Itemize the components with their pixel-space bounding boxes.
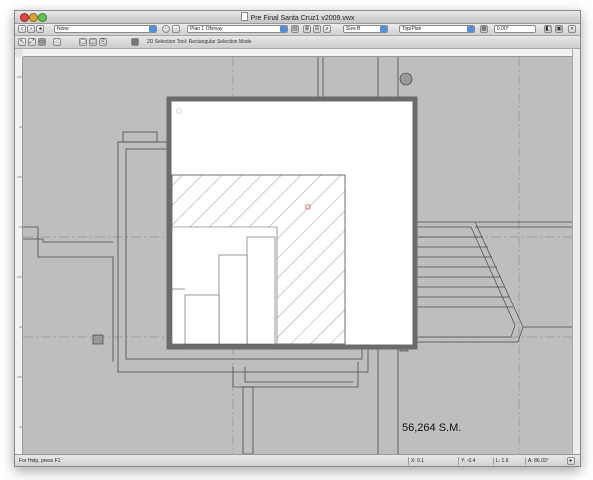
zoom-icon[interactable]: ⊕ [303, 25, 311, 33]
area-label: 56,264 S.M. [402, 422, 462, 434]
snap-grid-icon[interactable]: ⁙ [53, 38, 61, 46]
document-icon [240, 12, 248, 21]
title-bar[interactable]: Pre Final Santa Cruz1 v2009.vwx [15, 11, 580, 24]
tool-bar: ↖ ⤢ ▭ ⁙ ▢ ◫ ⎘ 2D Selection Tool: Rectang… [15, 36, 580, 49]
layer-options-icon[interactable]: ▤ [291, 25, 299, 33]
window-title-wrap: Pre Final Santa Cruz1 v2009.vwx [15, 12, 580, 22]
floor-plan-drawing [23, 57, 572, 454]
window-title: Pre Final Santa Cruz1 v2009.vwx [250, 15, 355, 22]
mode-two-icon[interactable]: ◫ [89, 38, 97, 46]
layer-select-value: Plan 1 Ofxinay [190, 26, 223, 32]
angle-value: A: 86.03° [525, 457, 549, 465]
class-options-icon[interactable]: ◦ [162, 25, 170, 33]
drawing-canvas[interactable]: 56,264 S.M. [23, 57, 572, 454]
project-icon[interactable]: ▣ [555, 25, 563, 33]
rotation-field-value: 0.00° [497, 26, 509, 32]
back-icon[interactable]: ‹ [18, 25, 26, 33]
tool-preferences-icon[interactable] [131, 38, 139, 46]
view-options-icon[interactable]: ▦ [480, 25, 488, 33]
chevron-down-icon [467, 26, 474, 32]
mode-three-icon[interactable]: ⎘ [99, 38, 107, 46]
tool-mode-text: 2D Selection Tool: Rectangular Selection… [147, 39, 252, 45]
flyover-icon[interactable]: ◂ [36, 25, 44, 33]
vertical-ruler-ticks [17, 76, 22, 428]
chevron-down-icon [380, 26, 387, 32]
chevron-down-icon [280, 26, 287, 32]
selection-arrow-icon[interactable]: ↖ [18, 38, 26, 46]
stair [403, 221, 572, 343]
forward-icon[interactable]: › [27, 25, 35, 33]
chevron-down-icon [149, 26, 156, 32]
render-icon[interactable]: ◧ [544, 25, 552, 33]
magnifier-icon[interactable]: ⌕ [323, 25, 331, 33]
vertical-scrollbar[interactable] [572, 49, 580, 454]
app-window: Pre Final Santa Cruz1 v2009.vwx ‹ › ◂ No… [14, 10, 581, 467]
y-coordinate: Y: -0.4 [458, 457, 475, 465]
layer-select[interactable]: Plan 1 Ofxinay [187, 25, 288, 33]
length-value: L: 1.6 [493, 457, 509, 465]
x-coordinate: X: 0.1 [408, 457, 424, 465]
rotation-field[interactable]: 0.00° [494, 25, 536, 33]
status-bar: For Help, press F1 X: 0.1 Y: -0.4 L: 1.6… [15, 454, 580, 466]
help-text: For Help, press F1 [19, 458, 61, 464]
zoom-out-icon[interactable]: ⊖ [313, 25, 321, 33]
class-select[interactable]: None [54, 25, 157, 33]
more-icon[interactable]: » [568, 25, 576, 33]
class-select-value: None [57, 26, 69, 32]
rectangle-selection-icon[interactable]: ▭ [38, 38, 46, 46]
column-marker [92, 334, 104, 345]
scale-select[interactable]: Size B [343, 25, 388, 33]
vertical-ruler [15, 57, 23, 454]
horizontal-ruler [23, 49, 580, 62]
drain-marker [399, 72, 413, 86]
viewport-frame[interactable] [166, 96, 418, 350]
view-select-value: Top/Plan [402, 26, 422, 32]
class-visibility-icon[interactable]: · [172, 25, 180, 33]
lasso-icon[interactable]: ⤢ [28, 38, 36, 46]
scale-select-value: Size B [346, 26, 361, 32]
scroll-right-icon[interactable]: ▸ [567, 457, 575, 465]
mode-one-icon[interactable]: ▢ [79, 38, 87, 46]
view-bar: ‹ › ◂ None ◦ · Plan 1 Ofxinay ▤ ⊕ ⊖ ⌕ Si… [15, 24, 580, 36]
view-select[interactable]: Top/Plan [399, 25, 475, 33]
